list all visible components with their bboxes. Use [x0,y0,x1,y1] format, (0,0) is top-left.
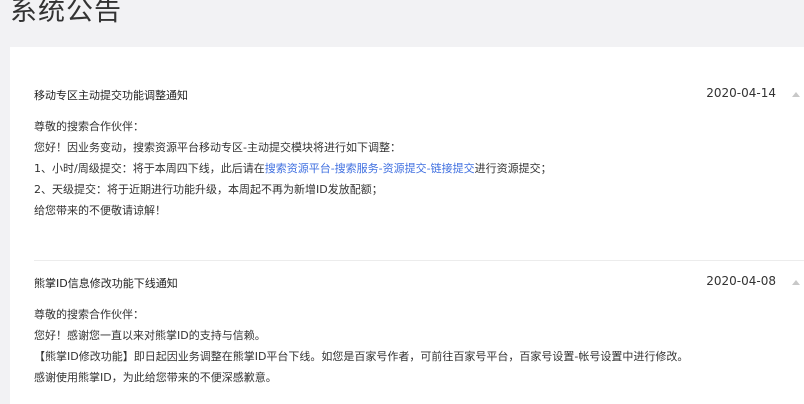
chevron-up-icon[interactable] [792,280,800,285]
link-submit-link[interactable]: 搜索资源平台-搜索服务-资源提交-链接提交 [265,162,475,175]
notice-detail: 【熊掌ID修改功能】即日起因业务调整在熊掌ID平台下线。如您是百家号作者，可前往… [34,350,689,363]
notice-closing: 感谢使用熊掌ID，为此给您带来的不便深感歉意。 [34,371,277,384]
notice-panel: 移动专区主动提交功能调整通知 2020-04-14 尊敬的搜索合作伙伴： 您好！… [10,47,804,404]
notice-item-2: 2、天级提交：将于近期进行功能升级，本周起不再为新增ID发放配额； [34,183,383,196]
notice-greeting: 尊敬的搜索合作伙伴： [34,308,144,321]
notice-item: 移动专区主动提交功能调整通知 2020-04-14 尊敬的搜索合作伙伴： 您好！… [34,83,804,221]
notice-item-1-suffix: 进行资源提交； [474,162,552,175]
notice-intro: 您好！感谢您一直以来对熊掌ID的支持与信赖。 [34,329,266,342]
notice-title[interactable]: 移动专区主动提交功能调整通知 [34,87,188,103]
notice-title[interactable]: 熊掌ID信息修改功能下线通知 [34,275,178,291]
notice-date: 2020-04-08 [706,274,776,288]
notice-header[interactable]: 移动专区主动提交功能调整通知 2020-04-14 [34,83,804,107]
chevron-up-icon[interactable] [792,92,800,97]
notice-date: 2020-04-14 [706,86,776,100]
page-title: 系统公告 [10,0,122,27]
notice-body: 尊敬的搜索合作伙伴： 您好！因业务变动，搜索资源平台移动专区-主动提交模块将进行… [34,116,804,221]
notice-divider [34,260,804,261]
notice-header[interactable]: 熊掌ID信息修改功能下线通知 2020-04-08 [34,271,804,295]
notice-item: 熊掌ID信息修改功能下线通知 2020-04-08 尊敬的搜索合作伙伴： 您好！… [34,271,804,388]
notice-closing: 给您带来的不便敬请谅解！ [34,204,166,217]
notice-intro: 您好！因业务变动，搜索资源平台移动专区-主动提交模块将进行如下调整： [34,141,401,154]
notice-item-1-prefix: 1、小时/周级提交：将于本周四下线，此后请在 [34,162,265,175]
notice-item-1: 1、小时/周级提交：将于本周四下线，此后请在搜索资源平台-搜索服务-资源提交-链… [34,158,804,179]
notice-greeting: 尊敬的搜索合作伙伴： [34,120,144,133]
notice-body: 尊敬的搜索合作伙伴： 您好！感谢您一直以来对熊掌ID的支持与信赖。 【熊掌ID修… [34,304,804,388]
